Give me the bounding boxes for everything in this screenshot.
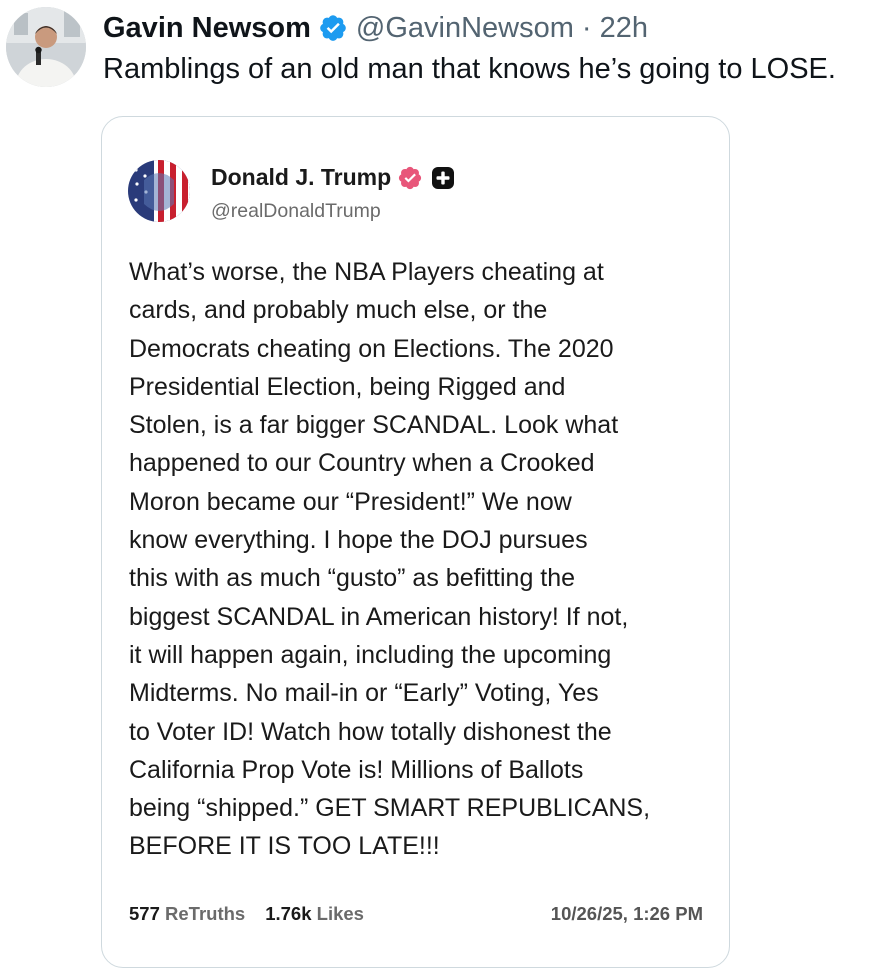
quoted-text-line: it will happen again, including the upco…: [129, 640, 612, 669]
quoted-post-date[interactable]: 10/26/25, 1:26 PM: [551, 903, 703, 925]
post-timestamp[interactable]: 22h: [600, 12, 648, 45]
retruths-count: 577: [129, 903, 160, 924]
quoted-author-handle[interactable]: @realDonaldTrump: [211, 200, 381, 223]
verified-badge-icon: [397, 165, 423, 191]
quoted-post-footer: 577 ReTruths 1.76k Likes 10/26/25, 1:26 …: [129, 903, 703, 925]
tweet: Gavin Newsom @GavinNewsom · 22h Rambling…: [0, 0, 870, 968]
tweet-header: Gavin Newsom @GavinNewsom · 22h: [103, 8, 648, 48]
author-name[interactable]: Gavin Newsom: [103, 12, 311, 45]
tweet-text: Ramblings of an old man that knows he’s …: [103, 53, 836, 85]
quoted-text-line: Stolen, is a far bigger SCANDAL. Look wh…: [129, 411, 619, 440]
quoted-text-line: know everything. I hope the DOJ pursues: [129, 526, 588, 555]
quoted-text-line: Presidential Election, being Rigged and: [129, 372, 566, 401]
quoted-author-name[interactable]: Donald J. Trump: [211, 164, 391, 191]
quoted-text-line: cards, and probably much else, or the: [129, 296, 548, 325]
plus-badge-icon: [431, 166, 455, 190]
author-handle[interactable]: @GavinNewsom: [356, 12, 574, 45]
quoted-text-line: biggest SCANDAL in American history! If …: [129, 602, 629, 631]
quoted-text-line: BEFORE IT IS TOO LATE!!!: [129, 832, 440, 861]
likes-count: 1.76k: [265, 903, 312, 924]
quoted-text-line: Midterms. No mail-in or “Early” Voting, …: [129, 679, 599, 708]
author-avatar[interactable]: [6, 7, 86, 87]
quoted-text-line: Democrats cheating on Elections. The 202…: [129, 334, 614, 363]
verified-check-icon[interactable]: [318, 13, 348, 43]
quoted-text-line: What’s worse, the NBA Players cheating a…: [129, 258, 604, 286]
retruths-label: ReTruths: [165, 903, 246, 924]
meta-separator: ·: [581, 11, 592, 44]
quoted-text-line: being “shipped.” GET SMART REPUBLICANS,: [129, 794, 651, 823]
quoted-author-row: Donald J. Trump: [211, 164, 455, 191]
quoted-post-card[interactable]: Donald J. Trump @realDonaldTrump What’s …: [101, 116, 730, 968]
likes-stat[interactable]: 1.76k Likes: [265, 903, 364, 925]
quoted-text-line: this with as much “gusto” as befitting t…: [129, 564, 576, 593]
quoted-text-line: California Prop Vote is! Millions of Bal…: [129, 755, 584, 784]
quoted-text-line: happened to our Country when a Crooked: [129, 449, 595, 478]
retruths-stat[interactable]: 577 ReTruths: [129, 903, 245, 925]
quoted-author-avatar[interactable]: [128, 160, 190, 222]
quoted-text-line: Moron became our “President!” We now: [129, 487, 572, 516]
likes-label: Likes: [316, 903, 364, 924]
quoted-post-body: What’s worse, the NBA Players cheating a…: [129, 253, 719, 866]
quoted-text-line: to Voter ID! Watch how totally dishonest…: [129, 717, 612, 746]
